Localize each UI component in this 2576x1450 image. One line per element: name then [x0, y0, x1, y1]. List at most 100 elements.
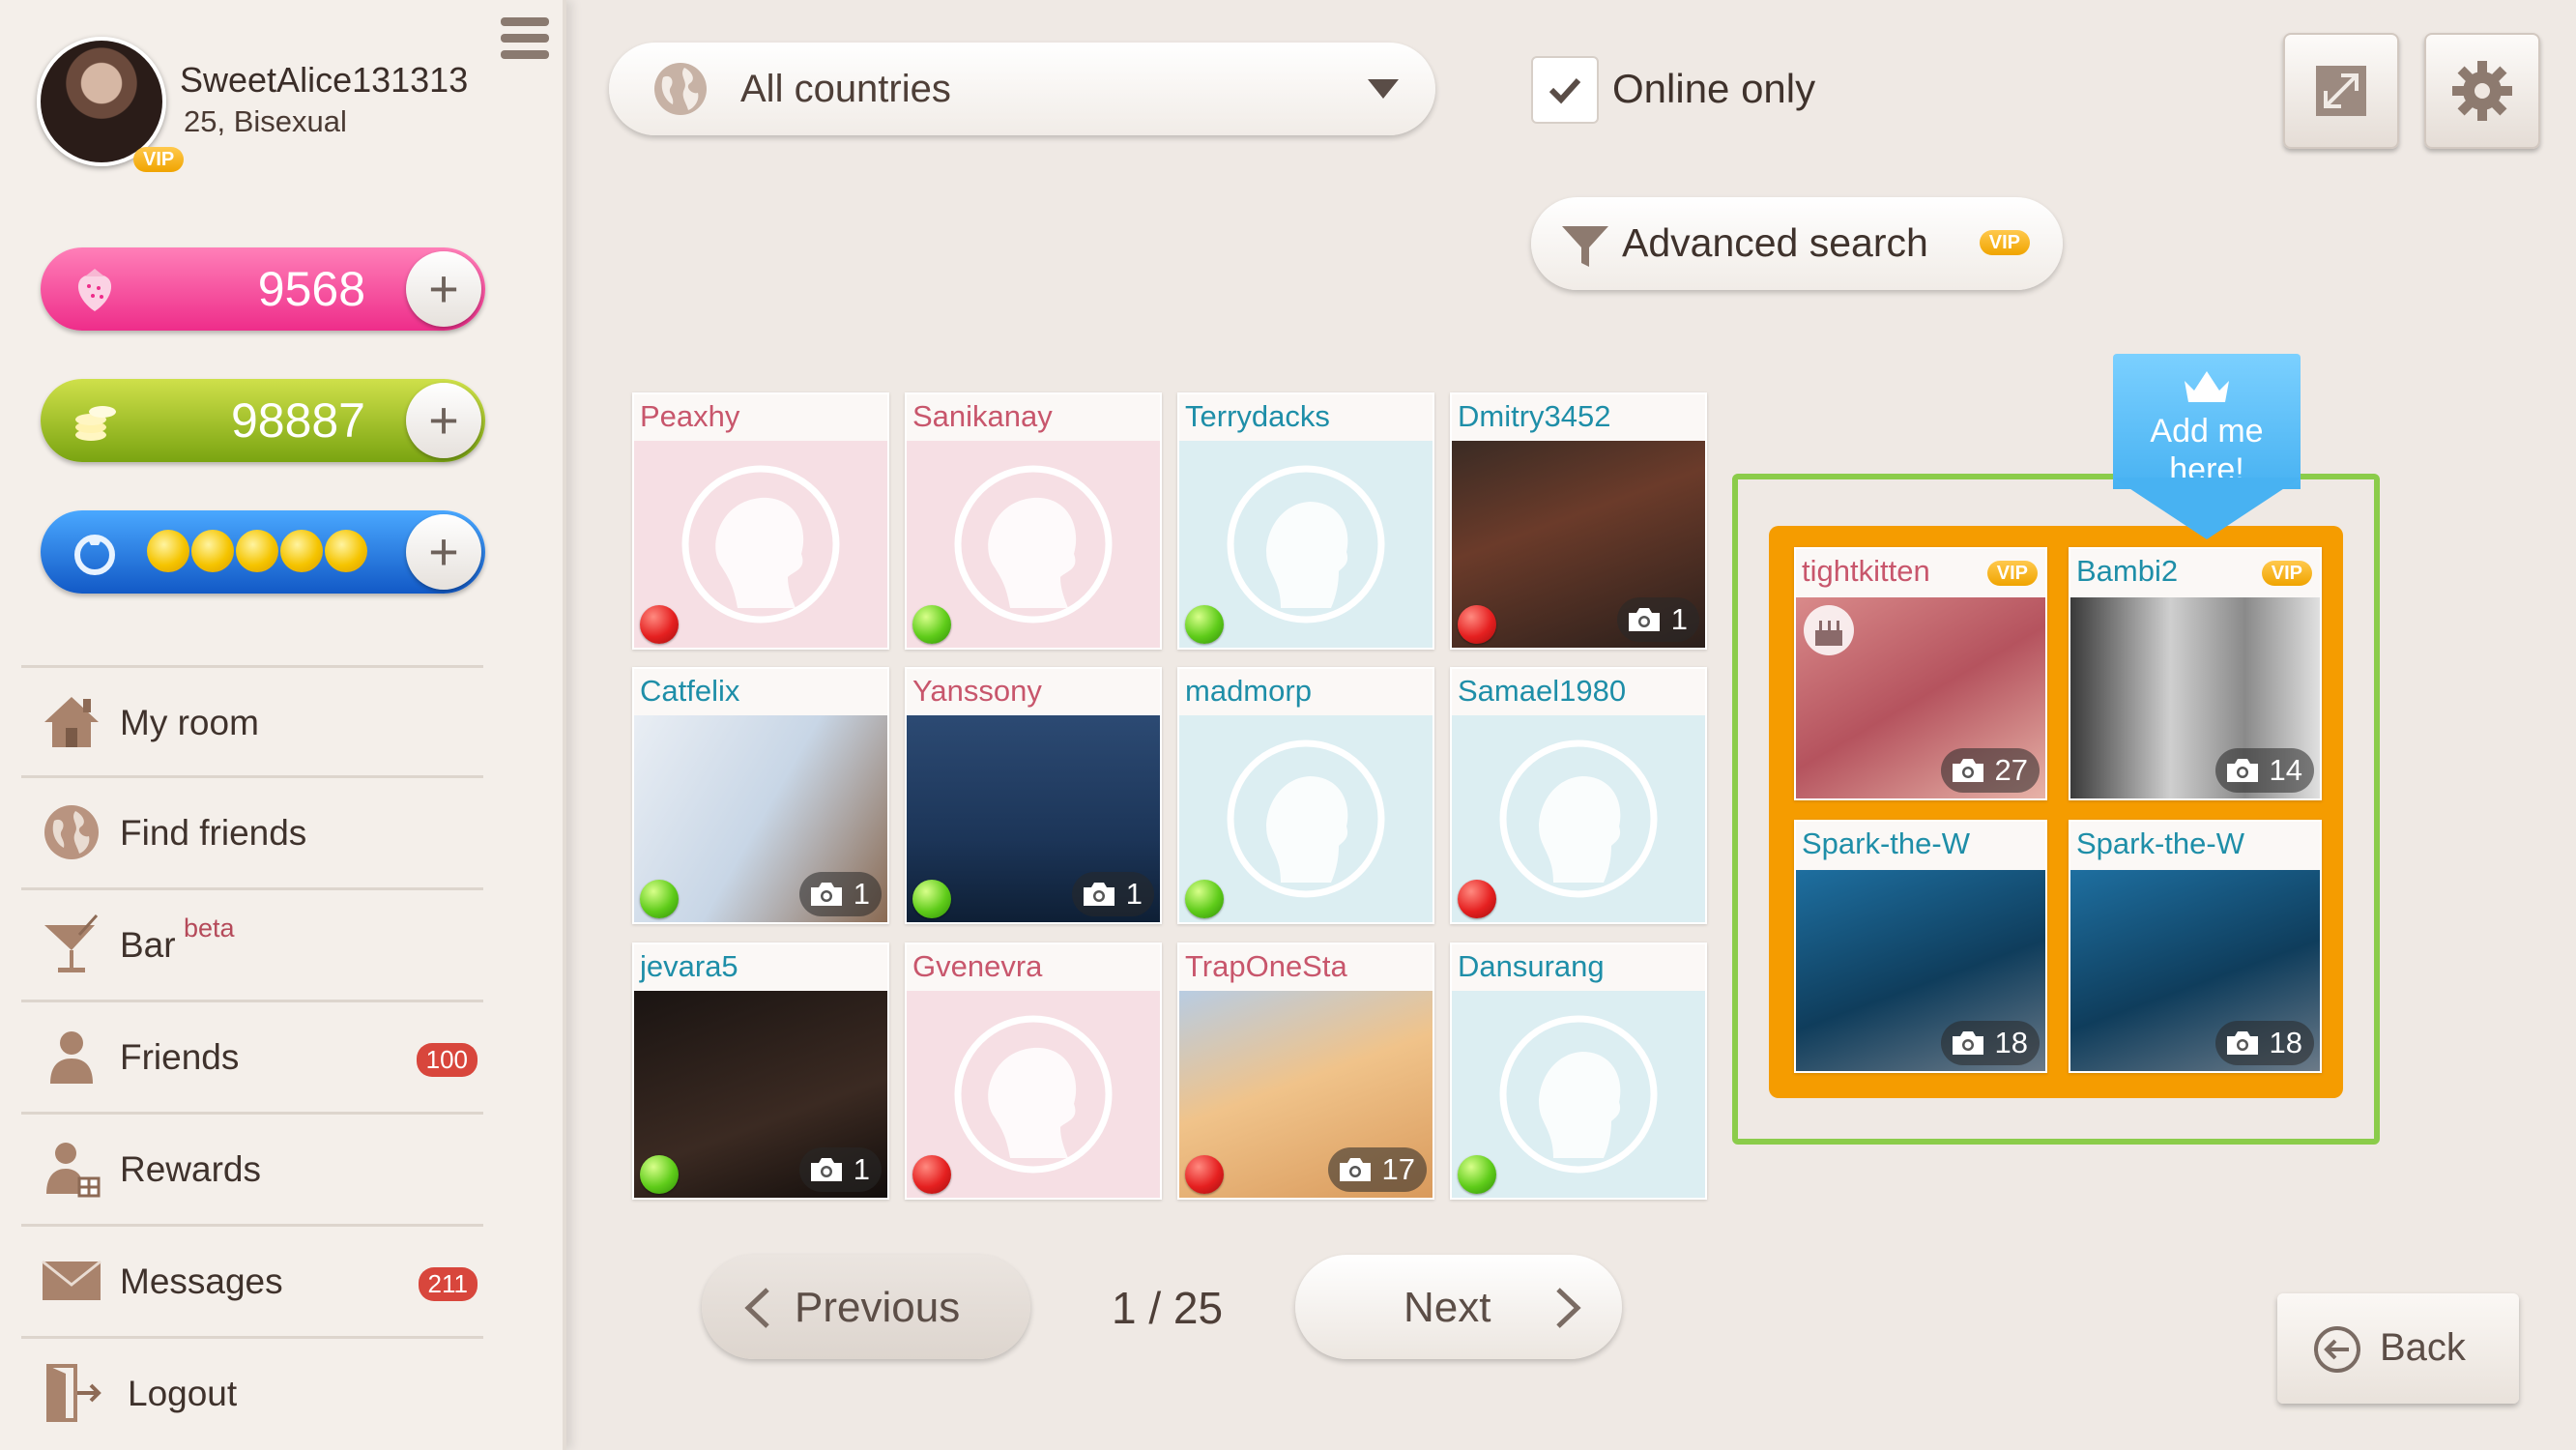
- female-avatar-placeholder-icon: [954, 1015, 1113, 1174]
- female-avatar-placeholder-icon: [681, 465, 840, 624]
- coins-count: 98887: [230, 393, 365, 448]
- nav-label: Rewards: [120, 1149, 261, 1189]
- chevron-left-icon: [744, 1288, 769, 1328]
- house-icon: [44, 697, 99, 747]
- female-avatar-placeholder-icon: [954, 465, 1113, 624]
- nav-label: Logout: [128, 1374, 238, 1413]
- online-status-dot: [640, 1155, 679, 1194]
- previous-page-button[interactable]: Previous: [702, 1255, 1030, 1359]
- user-card-name: Sanikanay: [907, 394, 1160, 441]
- advanced-search-label: Advanced search: [1622, 220, 1928, 265]
- envelope-icon: [42, 1260, 101, 1300]
- check-icon: [1548, 77, 1581, 104]
- user-card[interactable]: Gvenevra: [905, 942, 1162, 1200]
- user-card-name: Peaxhy: [634, 394, 887, 441]
- friends-count-badge: 100: [416, 1043, 478, 1077]
- add-tokens-button[interactable]: +: [406, 514, 481, 590]
- featured-user-card[interactable]: tightkitten VIP 27: [1794, 547, 2047, 800]
- nav-logout[interactable]: Logout: [21, 1336, 483, 1447]
- nav-rewards[interactable]: Rewards: [21, 1112, 483, 1223]
- male-avatar-placeholder-icon: [1227, 465, 1385, 624]
- strawberry-icon: [77, 269, 112, 311]
- user-card[interactable]: Terrydacks: [1177, 392, 1434, 650]
- user-card[interactable]: Catfelix 1: [632, 667, 889, 924]
- male-avatar-placeholder-icon: [1499, 740, 1658, 898]
- coins-balance: 98887 +: [41, 379, 485, 462]
- user-card[interactable]: Dmitry3452 1: [1450, 392, 1707, 650]
- globe-icon: [44, 805, 99, 859]
- sidebar: VIP SweetAlice131313 25, Bisexual 9568 +…: [0, 0, 566, 1450]
- settings-button[interactable]: [2424, 33, 2540, 149]
- vip-badge: VIP: [2261, 561, 2312, 586]
- offline-status-dot: [1185, 1155, 1224, 1194]
- online-only-checkbox[interactable]: [1531, 56, 1599, 124]
- nav-friends[interactable]: Friends 100: [21, 1000, 483, 1111]
- vip-badge: VIP: [133, 147, 185, 172]
- photo-count: 1: [853, 877, 870, 911]
- photo-count-badge: 1: [1616, 597, 1699, 642]
- user-card[interactable]: Samael1980: [1450, 667, 1707, 924]
- token-icon: [191, 530, 234, 572]
- offline-status-dot: [1458, 605, 1496, 644]
- photo-count-badge: 18: [2214, 1021, 2314, 1065]
- user-card[interactable]: Dansurang: [1450, 942, 1707, 1200]
- nav-bar[interactable]: Bar beta: [21, 887, 483, 999]
- user-card[interactable]: Yanssony 1: [905, 667, 1162, 924]
- token-icon: [325, 530, 367, 572]
- hamburger-menu-icon[interactable]: [501, 17, 549, 70]
- advanced-search-button[interactable]: Advanced search VIP: [1531, 197, 2063, 290]
- add-strawberries-button[interactable]: +: [406, 251, 481, 327]
- strawberry-count: 9568: [257, 262, 365, 316]
- photo-count-badge: 17: [1327, 1147, 1427, 1192]
- online-status-dot: [1458, 1155, 1496, 1194]
- next-page-button[interactable]: Next: [1295, 1255, 1622, 1359]
- birthday-cake-icon: [1804, 605, 1854, 655]
- previous-label: Previous: [795, 1284, 961, 1331]
- add-me-here-button[interactable]: Add me here!: [2113, 354, 2301, 489]
- add-me-pointer: [2113, 478, 2301, 539]
- nav-my-room[interactable]: My room: [21, 665, 483, 776]
- country-dropdown[interactable]: All countries: [609, 43, 1435, 135]
- fullscreen-button[interactable]: [2283, 33, 2399, 149]
- cocktail-icon: [44, 914, 99, 972]
- online-only-label[interactable]: Online only: [1612, 66, 1815, 112]
- nav-label: Find friends: [120, 813, 307, 853]
- user-card[interactable]: Peaxhy: [632, 392, 889, 650]
- photo-count: 1: [1125, 877, 1143, 911]
- nav-label: Bar: [120, 925, 176, 965]
- user-card[interactable]: madmorp: [1177, 667, 1434, 924]
- door-exit-icon: [46, 1364, 101, 1422]
- camera-icon: [810, 1158, 842, 1181]
- page-indicator: 1 / 25: [1112, 1283, 1224, 1333]
- user-card-name: TrapOneSta: [1179, 944, 1433, 991]
- nav-messages[interactable]: Messages 211: [21, 1224, 483, 1335]
- globe-icon: [654, 63, 707, 115]
- back-button[interactable]: Back: [2277, 1293, 2519, 1404]
- nav-find-friends[interactable]: Find friends: [21, 775, 483, 886]
- user-card-name: Yanssony: [907, 669, 1160, 715]
- featured-user-card[interactable]: Spark-the-W 18: [1794, 820, 2047, 1073]
- camera-icon: [1628, 608, 1660, 631]
- user-age-orientation: 25, Bisexual: [184, 104, 347, 138]
- offline-status-dot: [912, 1155, 951, 1194]
- vip-badge: VIP: [1986, 561, 2038, 586]
- camera-icon: [1952, 759, 1983, 782]
- camera-icon: [1952, 1031, 1983, 1055]
- user-card[interactable]: TrapOneSta 17: [1177, 942, 1434, 1200]
- add-coins-button[interactable]: +: [406, 383, 481, 458]
- nav-label: Friends: [120, 1037, 240, 1077]
- photo-count: 18: [2269, 1026, 2302, 1059]
- photo-count-badge: 1: [1071, 872, 1154, 916]
- camera-icon: [810, 883, 842, 906]
- beta-badge: beta: [184, 914, 235, 942]
- user-card[interactable]: Sanikanay: [905, 392, 1162, 650]
- chevron-right-icon: [1556, 1288, 1581, 1328]
- person-gift-icon: [46, 1143, 101, 1198]
- featured-user-card[interactable]: Bambi2 VIP 14: [2069, 547, 2322, 800]
- username: SweetAlice131313: [180, 60, 469, 100]
- camera-icon: [2226, 1031, 2258, 1055]
- featured-user-card[interactable]: Spark-the-W 18: [2069, 820, 2322, 1073]
- male-avatar-placeholder-icon: [1227, 740, 1385, 898]
- user-card[interactable]: jevara5 1: [632, 942, 889, 1200]
- offline-status-dot: [1458, 880, 1496, 918]
